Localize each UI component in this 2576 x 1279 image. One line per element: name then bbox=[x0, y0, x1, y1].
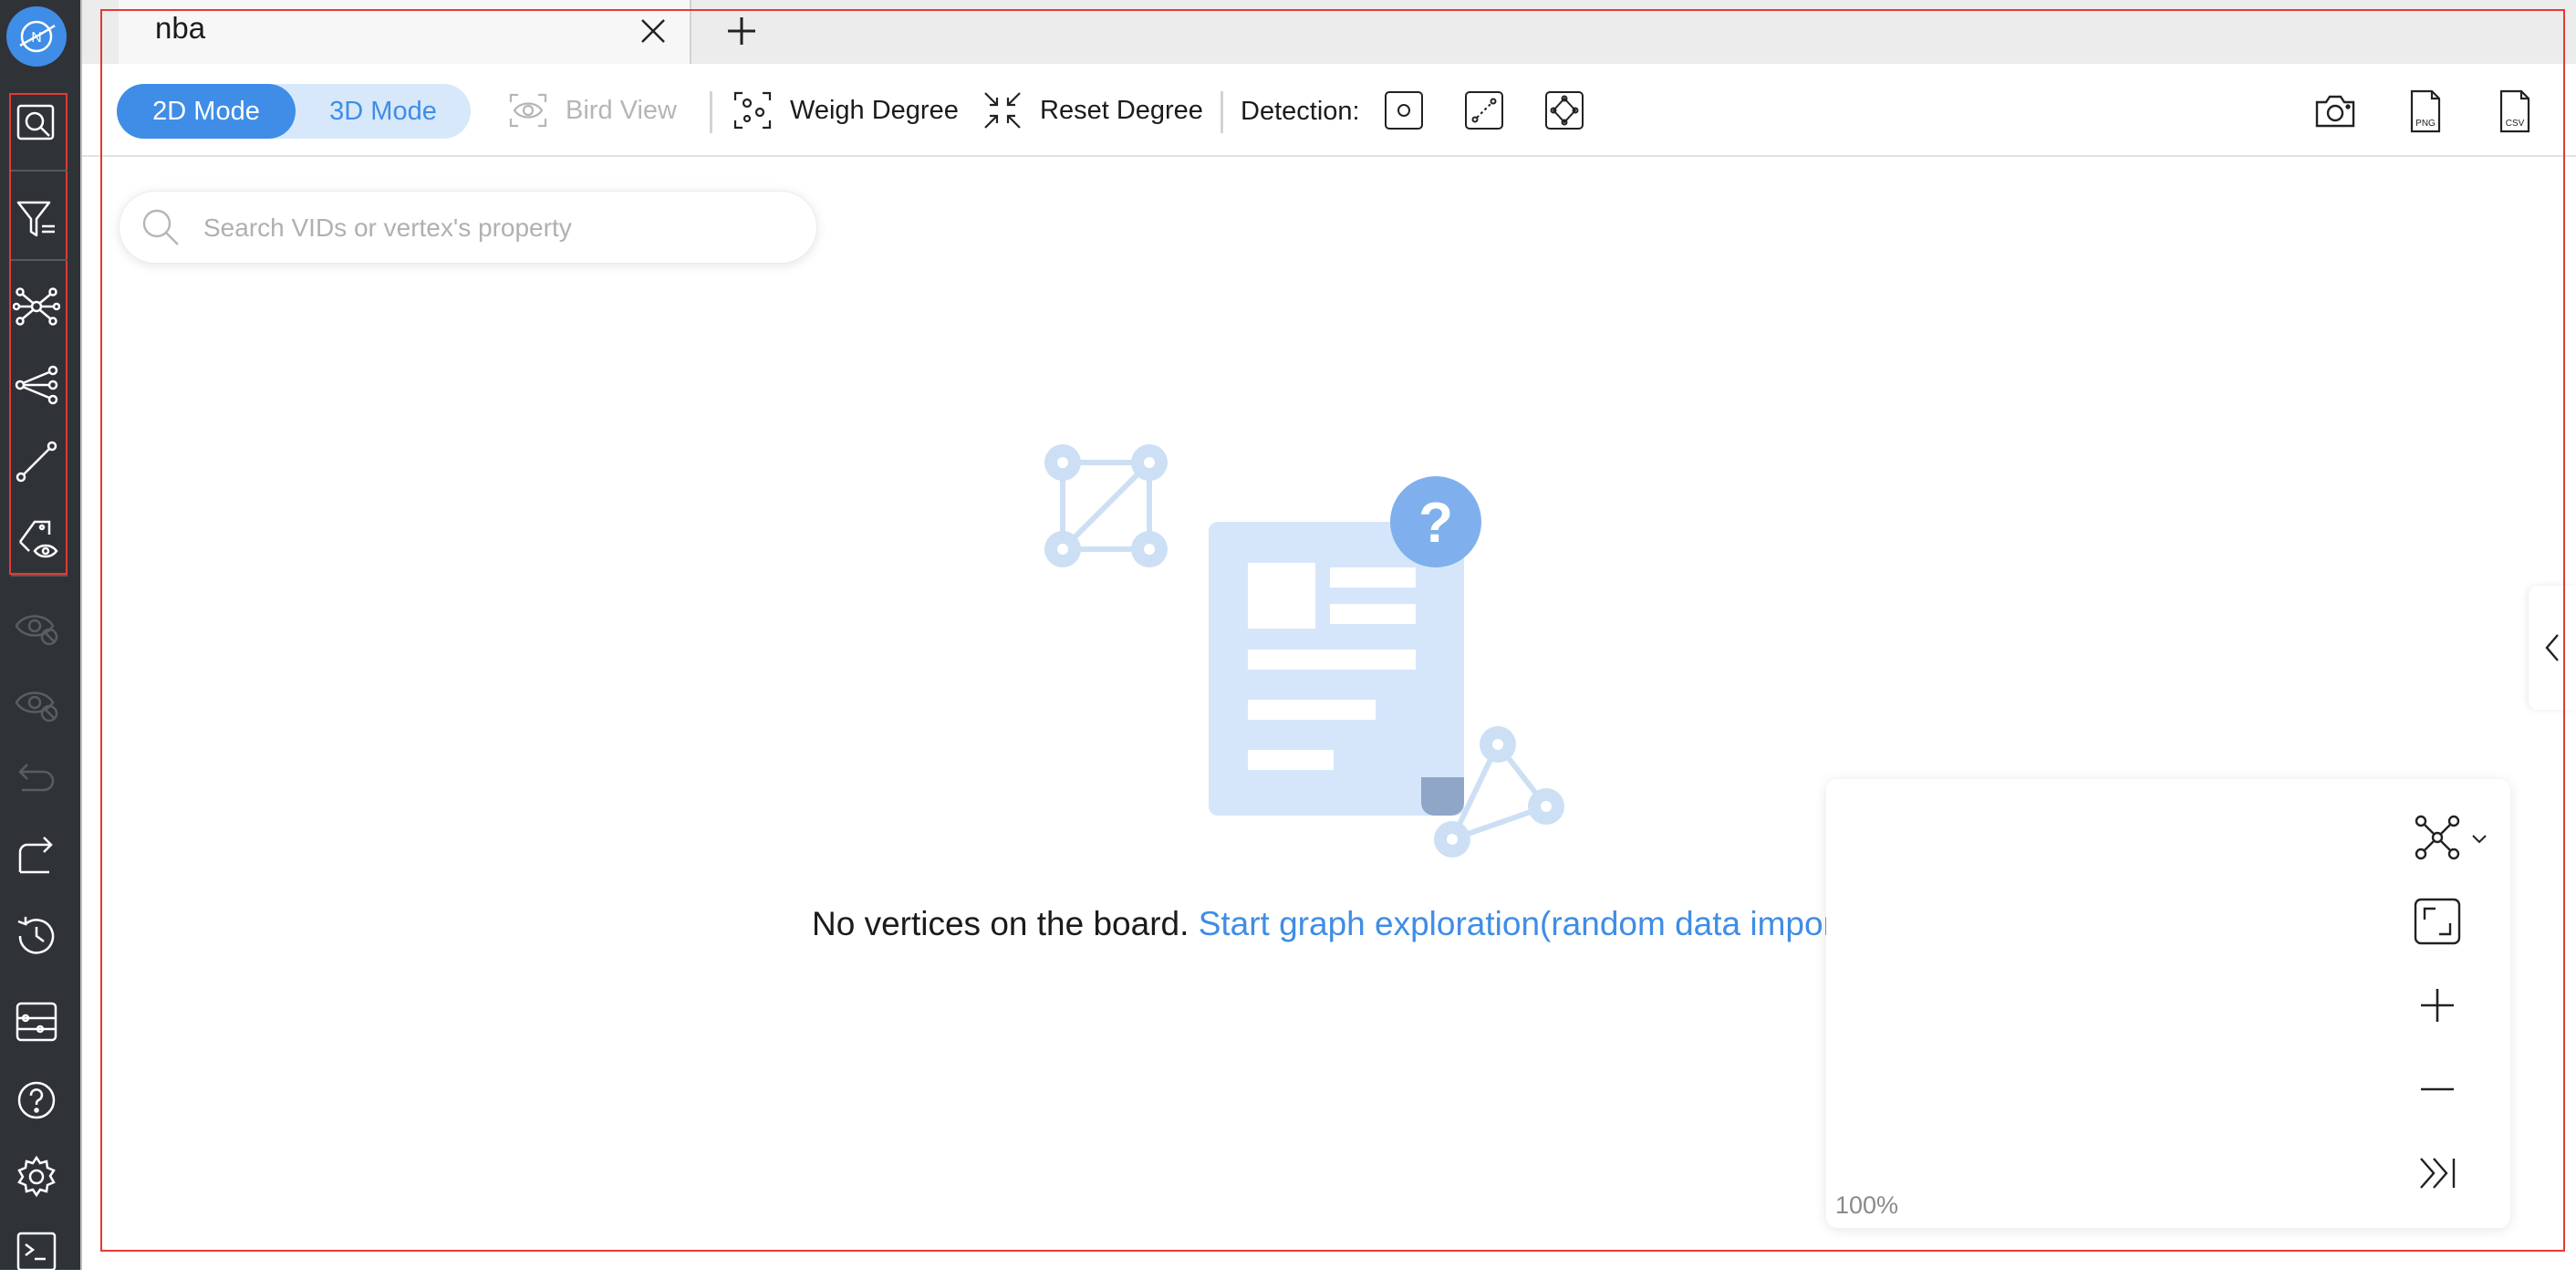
svg-text:PNG: PNG bbox=[2415, 119, 2436, 129]
redo-icon[interactable] bbox=[9, 828, 64, 883]
sidebar: N bbox=[0, 0, 80, 1272]
hide-edges-icon bbox=[9, 675, 64, 730]
weigh-degree-label: Weigh Degree bbox=[790, 95, 959, 125]
reset-degree-icon bbox=[984, 92, 1021, 129]
layout-icon bbox=[2415, 815, 2460, 860]
detection-edge-icon[interactable] bbox=[1463, 89, 1505, 131]
fit-icon bbox=[2414, 898, 2461, 945]
zoom-out-icon bbox=[2421, 1087, 2454, 1091]
reset-degree-label: Reset Degree bbox=[1040, 95, 1203, 125]
csv-icon[interactable]: CSV bbox=[2490, 88, 2538, 135]
zoom-panel: 100% bbox=[1826, 779, 2510, 1228]
tab-bar: nba bbox=[82, 0, 2576, 64]
search-icon[interactable] bbox=[9, 95, 64, 150]
svg-text:CSV: CSV bbox=[2506, 119, 2525, 129]
fit-view-button[interactable] bbox=[2410, 894, 2465, 949]
bird-view-button: Bird View bbox=[507, 89, 677, 131]
empty-state-illustration: ? bbox=[1044, 444, 1564, 858]
help-icon[interactable] bbox=[9, 1073, 64, 1128]
history-icon[interactable] bbox=[9, 909, 64, 963]
collapse-panel-button[interactable] bbox=[2410, 1146, 2465, 1201]
zoom-out-button[interactable] bbox=[2410, 1062, 2465, 1117]
weigh-degree-icon bbox=[733, 91, 772, 130]
mode-3d-button[interactable]: 3D Mode bbox=[296, 84, 471, 139]
sidebar-tools-group bbox=[9, 93, 68, 575]
collapse-icon bbox=[2420, 1158, 2456, 1189]
expand-icon[interactable] bbox=[9, 279, 64, 334]
vertex-search bbox=[119, 191, 817, 264]
layout-button[interactable] bbox=[2410, 810, 2465, 865]
detection-diamond-icon[interactable] bbox=[1543, 89, 1585, 131]
undo-icon bbox=[9, 752, 64, 806]
svg-text:N: N bbox=[31, 30, 42, 46]
tab-title: nba bbox=[155, 11, 206, 45]
logo-icon: N bbox=[19, 20, 56, 53]
reset-degree-button[interactable]: Reset Degree bbox=[982, 89, 1203, 131]
filter-icon[interactable] bbox=[9, 192, 64, 246]
empty-state-text: No vertices on the board. bbox=[812, 905, 1189, 942]
empty-state-message: No vertices on the board. Start graph ex… bbox=[812, 905, 1855, 943]
tab-nba[interactable]: nba bbox=[119, 0, 691, 64]
close-icon[interactable] bbox=[635, 13, 671, 49]
eye-icon bbox=[509, 93, 547, 128]
zoom-in-button[interactable] bbox=[2410, 978, 2465, 1033]
show-hide-property-icon[interactable] bbox=[9, 511, 64, 566]
svg-text:?: ? bbox=[1418, 492, 1453, 555]
start-exploration-link[interactable]: Start graph exploration(random data impo… bbox=[1199, 905, 1855, 942]
camera-icon[interactable] bbox=[2311, 88, 2359, 135]
weigh-degree-button[interactable]: Weigh Degree bbox=[732, 89, 959, 131]
add-tab-icon[interactable] bbox=[722, 12, 761, 50]
chevron-left-icon bbox=[2545, 634, 2559, 661]
common-neighbor-icon[interactable] bbox=[9, 358, 64, 412]
detection-vertex-icon[interactable] bbox=[1383, 89, 1425, 131]
toolbar: 2D Mode 3D Mode Bird View Weigh Degree R… bbox=[82, 64, 2576, 157]
zoom-in-icon bbox=[2421, 989, 2454, 1022]
detection-label: Detection: bbox=[1241, 97, 1360, 126]
search-input[interactable] bbox=[202, 201, 789, 255]
settings-icon[interactable] bbox=[9, 1149, 64, 1204]
chevron-down-icon[interactable] bbox=[2469, 828, 2489, 848]
graph-canvas[interactable]: ? No vertices on the board. Start graph … bbox=[82, 157, 2576, 1270]
search-icon bbox=[142, 209, 179, 245]
mode-switch: 2D Mode 3D Mode bbox=[117, 84, 471, 139]
path-icon[interactable] bbox=[9, 434, 64, 489]
png-icon[interactable]: PNG bbox=[2401, 88, 2448, 135]
graph-settings-icon[interactable] bbox=[9, 994, 64, 1049]
panel-toggle[interactable] bbox=[2529, 586, 2576, 710]
zoom-level: 100% bbox=[1835, 1191, 1899, 1219]
hide-vertices-icon bbox=[9, 598, 64, 653]
app-logo[interactable]: N bbox=[6, 6, 67, 67]
mode-2d-button[interactable]: 2D Mode bbox=[117, 84, 296, 139]
bird-view-label: Bird View bbox=[566, 95, 677, 125]
console-icon[interactable] bbox=[9, 1224, 64, 1279]
